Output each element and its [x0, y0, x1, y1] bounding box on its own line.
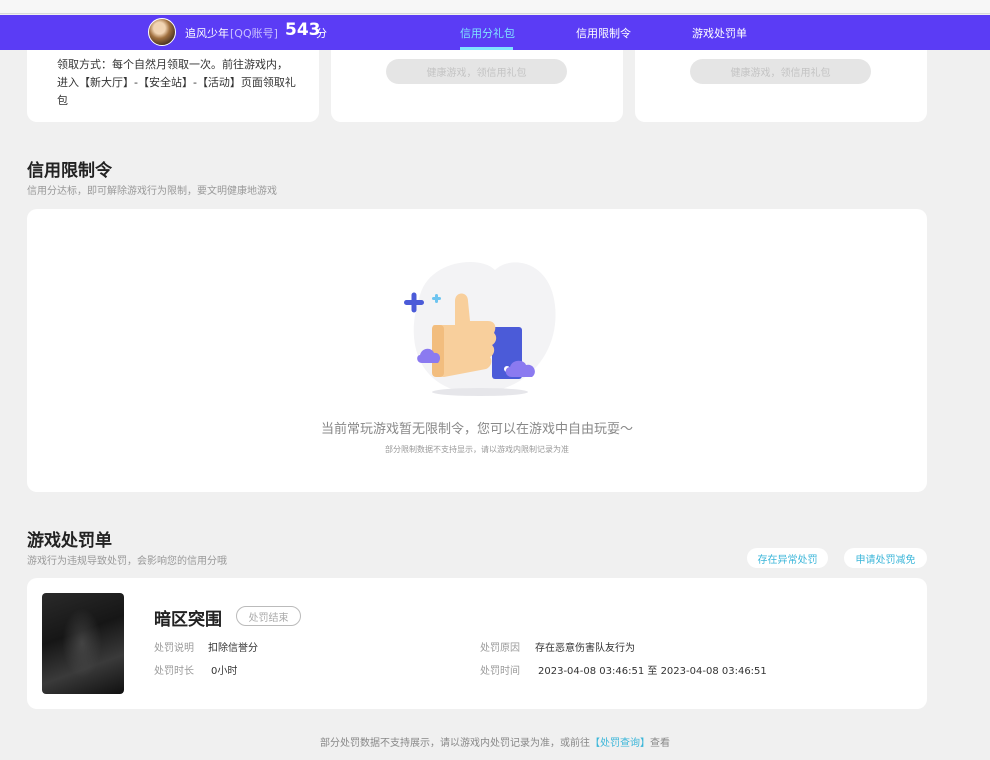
penalty-title: 游戏处罚单: [27, 531, 112, 551]
claim-gift-button[interactable]: 健康游戏，领信用礼包: [386, 59, 567, 84]
credit-score-unit: 分: [316, 27, 327, 40]
account-type: [QQ账号]: [230, 27, 278, 40]
footer-note: 部分处罚数据不支持展示，请以游戏内处罚记录为准，或前往【处罚查询】查看: [0, 734, 990, 749]
appeal-penalty-button[interactable]: 存在异常处罚: [747, 548, 828, 568]
claim-gift-button[interactable]: 健康游戏，领信用礼包: [690, 59, 871, 84]
username: 追风少年: [185, 27, 229, 40]
footer-note-text: 部分处罚数据不支持展示，请以游戏内处罚记录为准，或前往: [320, 738, 590, 749]
browser-top-strip: [0, 0, 990, 14]
restriction-title: 信用限制令: [27, 161, 112, 181]
thumbs-up-illustration: [404, 262, 556, 396]
restriction-empty-note: 部分限制数据不支持显示，请以游戏内限制记录为准: [385, 445, 569, 454]
gift-claim-description: 领取方式：每个自然月领取一次。前往游戏内，进入【新大厅】-【安全站】-【活动】页…: [57, 58, 296, 107]
status-badge: 处罚结束: [236, 606, 301, 626]
tab-credit-gift[interactable]: 信用分礼包: [460, 25, 515, 41]
restriction-empty-message: 当前常玩游戏暂无限制令，您可以在游戏中自由玩耍～: [320, 422, 633, 437]
penalty-query-link[interactable]: 【处罚查询】: [590, 738, 650, 749]
penalty-reason-label: 处罚原因: [480, 643, 520, 654]
penalty-time-label: 处罚时间: [480, 666, 520, 677]
restriction-subtitle: 信用分达标，即可解除游戏行为限制，要文明健康地游戏: [27, 186, 277, 197]
top-navbar: 追风少年 [QQ账号] 543 分 信用分礼包 信用限制令 游戏处罚单: [0, 15, 990, 50]
tab-credit-restriction[interactable]: 信用限制令: [576, 25, 631, 41]
penalty-desc-value: 扣除信誉分: [208, 643, 258, 654]
penalty-subtitle: 游戏行为违规导致处罚，会影响您的信用分哦: [27, 556, 227, 567]
footer-note-suffix: 查看: [650, 738, 670, 749]
penalty-duration-label: 处罚时长: [154, 666, 194, 677]
reduce-penalty-button[interactable]: 申请处罚减免: [844, 548, 927, 568]
avatar[interactable]: [148, 18, 176, 46]
penalty-time-value: 2023-04-08 03:46:51 至 2023-04-08 03:46:5…: [538, 666, 767, 677]
penalty-duration-value: 0小时: [211, 666, 238, 677]
game-cover-image: [42, 593, 124, 694]
penalty-reason-value: 存在恶意伤害队友行为: [535, 643, 635, 654]
penalty-desc-label: 处罚说明: [154, 643, 194, 654]
game-name: 暗区突围: [154, 610, 222, 630]
tab-game-penalty[interactable]: 游戏处罚单: [692, 25, 747, 41]
